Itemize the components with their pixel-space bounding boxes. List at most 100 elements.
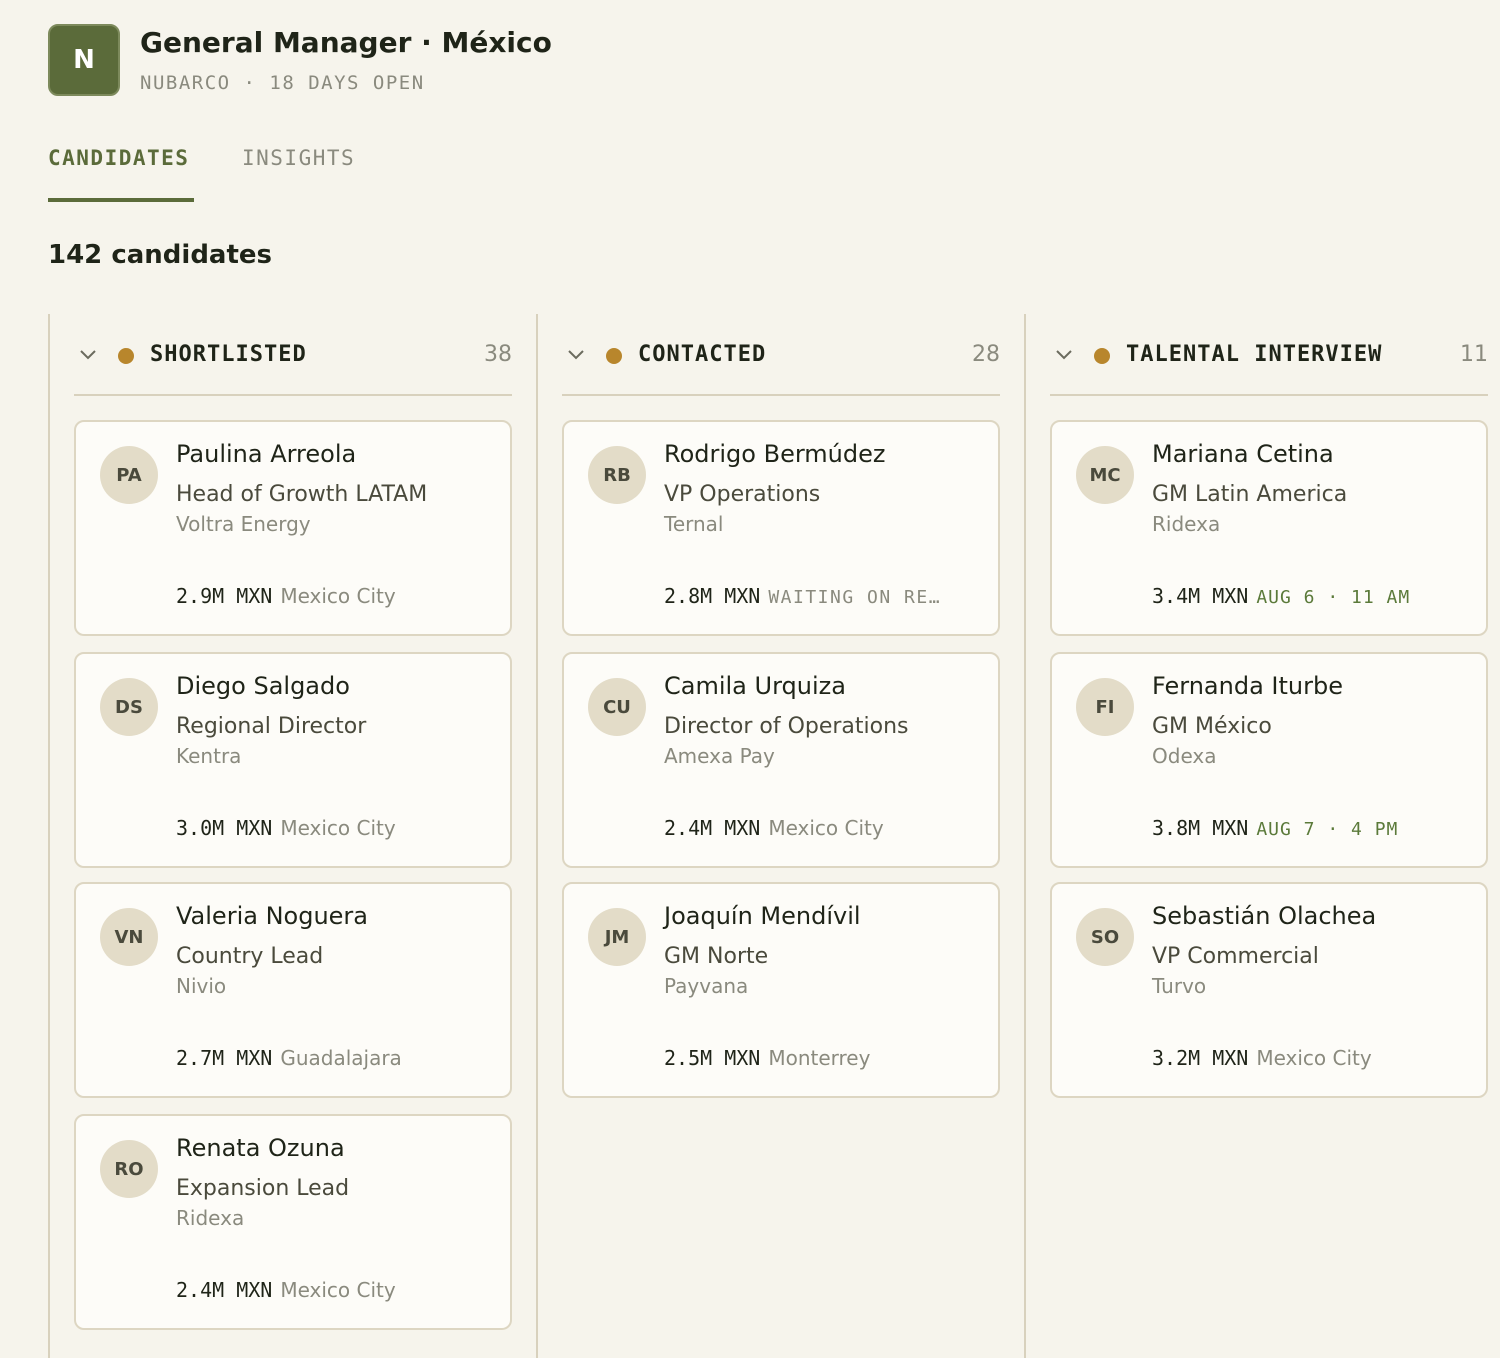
- company-logo: N: [48, 24, 120, 96]
- candidate-card[interactable]: RO Renata Ozuna Expansion Lead Ridexa 2.…: [74, 1114, 512, 1330]
- candidate-name: Joaquín Mendívil: [664, 902, 861, 930]
- stage-status-dot: [606, 348, 622, 364]
- stage-status-dot: [1094, 348, 1110, 364]
- candidate-company: Ridexa: [176, 1206, 245, 1230]
- interview-schedule: AUG 7 · 4 PM: [1256, 819, 1399, 840]
- stage-count: 28: [972, 342, 1000, 367]
- chevron-down-icon[interactable]: [78, 344, 98, 364]
- candidate-company: Voltra Energy: [176, 512, 311, 536]
- candidate-name: Diego Salgado: [176, 672, 350, 700]
- candidate-company: Nivio: [176, 974, 227, 998]
- candidate-name: Renata Ozuna: [176, 1134, 345, 1162]
- tab-insights[interactable]: INSIGHTS: [242, 146, 355, 202]
- stage-column-talental-interview: TALENTAL INTERVIEW 11 MC Mariana Cetina …: [1024, 314, 1500, 1358]
- stage-header: SHORTLISTED 38: [74, 314, 512, 396]
- stage-count: 11: [1460, 342, 1488, 367]
- candidate-role: GM Latin America: [1152, 482, 1348, 507]
- candidate-role: Regional Director: [176, 714, 367, 739]
- avatar: SO: [1076, 908, 1134, 966]
- candidate-salary: 3.4M MXN: [1152, 584, 1249, 608]
- candidate-name: Camila Urquiza: [664, 672, 846, 700]
- job-title: General Manager · México: [140, 26, 552, 59]
- chevron-down-icon[interactable]: [566, 344, 586, 364]
- candidate-name: Paulina Arreola: [176, 440, 357, 468]
- candidate-card[interactable]: CU Camila Urquiza Director of Operations…: [562, 652, 1000, 868]
- candidate-company: Payvana: [664, 974, 749, 998]
- candidate-location: Guadalajara: [280, 1046, 402, 1070]
- candidate-name: Sebastián Olachea: [1152, 902, 1377, 930]
- candidate-salary: 2.5M MXN: [664, 1046, 761, 1070]
- avatar: FI: [1076, 678, 1134, 736]
- candidate-meta: 2.9M MXN Mexico City: [176, 584, 496, 608]
- candidate-meta: 3.2M MXN Mexico City: [1152, 1046, 1472, 1070]
- candidate-role: VP Operations: [664, 482, 821, 507]
- candidate-name: Valeria Noguera: [176, 902, 368, 930]
- stage-header: TALENTAL INTERVIEW 11: [1050, 314, 1488, 396]
- candidate-role: GM Norte: [664, 944, 769, 969]
- candidate-name: Mariana Cetina: [1152, 440, 1334, 468]
- candidate-meta: 2.4M MXN Mexico City: [176, 1278, 496, 1302]
- stage-name: SHORTLISTED: [150, 342, 307, 367]
- candidate-salary: 2.7M MXN: [176, 1046, 273, 1070]
- candidate-meta: 3.4M MXN AUG 6 · 11 AM: [1152, 584, 1472, 608]
- candidate-card[interactable]: JM Joaquín Mendívil GM Norte Payvana 2.5…: [562, 882, 1000, 1098]
- candidate-location: Mexico City: [280, 1278, 396, 1302]
- stage-name: CONTACTED: [638, 342, 767, 367]
- candidate-location: Monterrey: [768, 1046, 871, 1070]
- candidate-company: Odexa: [1152, 744, 1217, 768]
- avatar: PA: [100, 446, 158, 504]
- candidate-location: Mexico City: [280, 816, 396, 840]
- pipeline-board: SHORTLISTED 38 PA Paulina Arreola Head o…: [48, 314, 1500, 1358]
- candidate-salary: 2.4M MXN: [176, 1278, 273, 1302]
- candidate-card[interactable]: PA Paulina Arreola Head of Growth LATAM …: [74, 420, 512, 636]
- candidate-card[interactable]: VN Valeria Noguera Country Lead Nivio 2.…: [74, 882, 512, 1098]
- candidate-salary: 2.9M MXN: [176, 584, 273, 608]
- candidate-location: Mexico City: [280, 584, 396, 608]
- candidate-salary: 3.2M MXN: [1152, 1046, 1249, 1070]
- candidate-role: Country Lead: [176, 944, 324, 969]
- stage-column-contacted: CONTACTED 28 RB Rodrigo Bermúdez VP Oper…: [536, 314, 1024, 1358]
- stage-status-dot: [118, 348, 134, 364]
- interview-schedule: AUG 6 · 11 AM: [1256, 587, 1411, 608]
- candidate-card[interactable]: MC Mariana Cetina GM Latin America Ridex…: [1050, 420, 1488, 636]
- candidate-name: Fernanda Iturbe: [1152, 672, 1343, 700]
- candidate-meta: 2.5M MXN Monterrey: [664, 1046, 984, 1070]
- candidate-role: VP Commercial: [1152, 944, 1319, 969]
- avatar: VN: [100, 908, 158, 966]
- candidate-status: WAITING ON RE…: [768, 587, 942, 608]
- candidate-meta: 3.8M MXN AUG 7 · 4 PM: [1152, 816, 1472, 840]
- avatar: CU: [588, 678, 646, 736]
- candidate-role: Head of Growth LATAM: [176, 482, 428, 507]
- candidate-card[interactable]: FI Fernanda Iturbe GM México Odexa 3.8M …: [1050, 652, 1488, 868]
- candidate-company: Turvo: [1152, 974, 1207, 998]
- candidate-card[interactable]: RB Rodrigo Bermúdez VP Operations Ternal…: [562, 420, 1000, 636]
- candidate-count: 142 candidates: [48, 240, 273, 270]
- avatar: MC: [1076, 446, 1134, 504]
- candidate-company: Ternal: [664, 512, 724, 536]
- avatar: JM: [588, 908, 646, 966]
- candidate-role: GM México: [1152, 714, 1272, 739]
- candidate-name: Rodrigo Bermúdez: [664, 440, 886, 468]
- chevron-down-icon[interactable]: [1054, 344, 1074, 364]
- candidate-meta: 2.4M MXN Mexico City: [664, 816, 984, 840]
- tab-bar: CANDIDATES INSIGHTS: [48, 146, 648, 202]
- job-subtitle: NUBARCO · 18 DAYS OPEN: [140, 72, 425, 94]
- stage-column-shortlisted: SHORTLISTED 38 PA Paulina Arreola Head o…: [48, 314, 536, 1358]
- avatar: RO: [100, 1140, 158, 1198]
- stage-count: 38: [484, 342, 512, 367]
- stage-name: TALENTAL INTERVIEW: [1126, 342, 1383, 367]
- candidate-meta: 2.8M MXN WAITING ON RE…: [664, 584, 984, 608]
- tab-candidates[interactable]: CANDIDATES: [48, 146, 194, 202]
- candidate-company: Ridexa: [1152, 512, 1221, 536]
- candidate-location: Mexico City: [1256, 1046, 1372, 1070]
- stage-header: CONTACTED 28: [562, 314, 1000, 396]
- candidate-card[interactable]: SO Sebastián Olachea VP Commercial Turvo…: [1050, 882, 1488, 1098]
- candidate-location: Mexico City: [768, 816, 884, 840]
- candidate-company: Kentra: [176, 744, 242, 768]
- candidate-role: Director of Operations: [664, 714, 909, 739]
- candidate-salary: 2.4M MXN: [664, 816, 761, 840]
- candidate-role: Expansion Lead: [176, 1176, 350, 1201]
- candidate-salary: 3.8M MXN: [1152, 816, 1249, 840]
- candidate-meta: 3.0M MXN Mexico City: [176, 816, 496, 840]
- candidate-card[interactable]: DS Diego Salgado Regional Director Kentr…: [74, 652, 512, 868]
